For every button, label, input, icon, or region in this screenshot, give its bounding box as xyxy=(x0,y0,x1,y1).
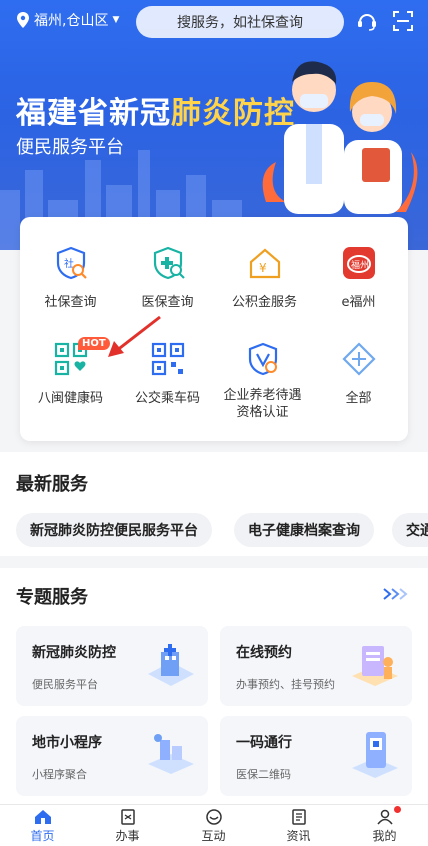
scan-icon[interactable] xyxy=(392,10,414,32)
news-icon xyxy=(291,809,306,825)
latest-services-title: 最新服务 xyxy=(16,474,88,495)
svg-text:¥: ¥ xyxy=(259,261,267,275)
tab-services[interactable]: 办事 xyxy=(85,809,170,844)
grid-item-medical-insurance[interactable]: 医保查询 xyxy=(119,245,216,310)
banner-title-part: 新冠 xyxy=(109,96,171,131)
notification-dot xyxy=(394,806,401,813)
shield-search-icon: 社 xyxy=(56,246,87,280)
tab-label: 资讯 xyxy=(286,829,311,843)
special-card-one-code[interactable]: 一码通行 医保二维码 xyxy=(220,716,412,796)
more-chevrons-icon[interactable] xyxy=(382,587,410,601)
special-card-covid[interactable]: 新冠肺炎防控 便民服务平台 xyxy=(16,626,208,706)
tab-news[interactable]: 资讯 xyxy=(256,809,341,844)
tab-label: 首页 xyxy=(30,829,55,843)
service-grid: 社 社保查询 医保查询 ¥ 公积金服务 福州 e福州 八闽健康码 HOT 公交乘… xyxy=(20,217,408,441)
card-title: 地市小程序 xyxy=(32,735,102,751)
service-doc-icon xyxy=(120,809,135,825)
tab-label: 我的 xyxy=(372,829,397,843)
card-subtitle: 医保二维码 xyxy=(236,768,291,781)
medical-shield-icon xyxy=(153,246,185,280)
banner-title-part: 福建省 xyxy=(16,96,109,131)
card-subtitle: 办事预约、挂号预约 xyxy=(236,678,335,691)
card-title: 新冠肺炎防控 xyxy=(32,645,116,661)
svg-text:福州: 福州 xyxy=(351,259,369,271)
tab-label: 互动 xyxy=(201,829,226,843)
latest-service-chip[interactable]: 电子健康档案查询 xyxy=(234,513,374,547)
chevron-down-icon: ▼ xyxy=(112,15,120,25)
grid-item-pension-certification[interactable]: 企业养老待遇资格认证 xyxy=(214,341,311,421)
bus-qr-icon xyxy=(151,342,184,376)
grid-item-bus-code[interactable]: 公交乘车码 xyxy=(119,341,216,406)
all-diamond-icon xyxy=(341,342,376,376)
e-fuzhou-logo: 福州 xyxy=(342,247,375,279)
banner-title-highlight: 肺炎 xyxy=(171,96,233,131)
grid-item-label: 医保查询 xyxy=(141,295,194,310)
card-title: 在线预约 xyxy=(236,645,292,661)
bottom-tab-bar: 首页 办事 互动 资讯 我的 xyxy=(0,804,428,846)
grid-item-label: 社保查询 xyxy=(44,295,97,310)
latest-service-chip[interactable]: 交通 xyxy=(392,513,428,547)
grid-item-label: e福州 xyxy=(341,295,376,310)
grid-item-label: 八闽健康码 xyxy=(37,391,103,406)
location-label: 福州,仓山区 xyxy=(34,13,109,29)
mini-program-illustration-icon xyxy=(148,734,194,774)
card-subtitle: 小程序聚合 xyxy=(32,768,87,781)
house-yuan-icon: ¥ xyxy=(249,248,280,279)
tab-label: 办事 xyxy=(115,829,140,843)
phone-qr-illustration-icon xyxy=(352,732,398,778)
grid-item-housing-fund[interactable]: ¥ 公积金服务 xyxy=(216,245,313,310)
tab-home[interactable]: 首页 xyxy=(0,809,85,844)
grid-item-all[interactable]: 全部 xyxy=(310,341,407,406)
user-icon xyxy=(376,809,393,825)
appointment-illustration-icon xyxy=(352,646,398,686)
location-selector[interactable]: 福州,仓山区 ▼ xyxy=(16,10,119,30)
location-pin-icon xyxy=(17,12,29,28)
tab-mine[interactable]: 我的 xyxy=(342,809,427,844)
special-card-appointment[interactable]: 在线预约 办事预约、挂号预约 xyxy=(220,626,412,706)
card-title: 一码通行 xyxy=(236,735,292,751)
grid-item-social-security[interactable]: 社 社保查询 xyxy=(22,245,119,310)
search-input[interactable]: 搜服务，如社保查询 xyxy=(136,6,344,38)
banner[interactable]: 福州,仓山区 ▼ 搜服务，如社保查询 福建省新冠肺炎防控 便民服务平台 xyxy=(0,0,428,250)
card-subtitle: 便民服务平台 xyxy=(32,678,98,691)
grid-item-e-fuzhou[interactable]: 福州 e福州 xyxy=(310,245,407,310)
grid-item-label: 全部 xyxy=(345,391,372,406)
headset-icon[interactable] xyxy=(356,10,378,32)
pension-shield-icon xyxy=(248,342,277,376)
special-card-mini-programs[interactable]: 地市小程序 小程序聚合 xyxy=(16,716,208,796)
home-icon xyxy=(34,810,51,824)
grid-item-label: 公交乘车码 xyxy=(134,391,200,406)
latest-service-chip[interactable]: 新冠肺炎防控便民服务平台 xyxy=(16,513,212,547)
special-services-title: 专题服务 xyxy=(16,587,88,608)
tab-interact[interactable]: 互动 xyxy=(171,809,256,844)
banner-subtitle: 便民服务平台 xyxy=(16,137,124,158)
grid-item-label: 企业养老待遇资格认证 xyxy=(223,388,302,420)
grid-item-label: 公积金服务 xyxy=(231,295,297,310)
hospital-illustration-icon xyxy=(148,644,194,686)
doctors-illustration xyxy=(262,61,418,214)
chat-bubble-icon xyxy=(205,809,222,825)
top-bar: 福州,仓山区 ▼ 搜服务，如社保查询 xyxy=(0,0,428,44)
banner-title: 福建省新冠肺炎防控 xyxy=(16,88,295,132)
